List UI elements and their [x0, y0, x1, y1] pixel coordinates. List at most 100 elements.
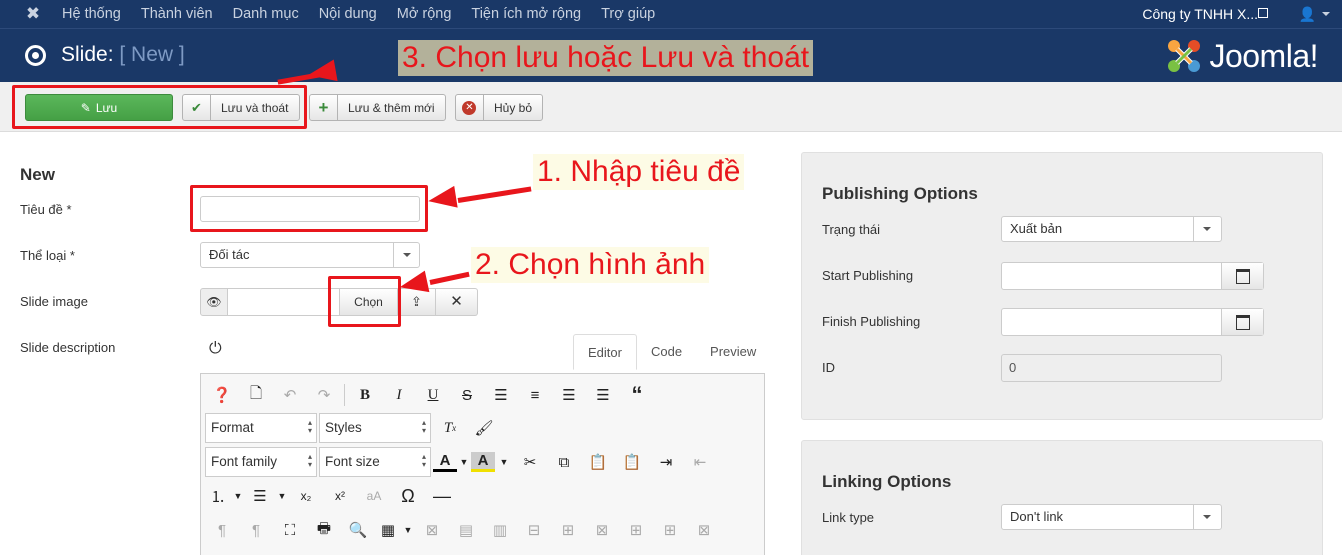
chevron-down-icon[interactable]: ▼ — [495, 449, 513, 475]
help-icon[interactable]: ❓ — [205, 382, 239, 408]
image-label: Slide image — [20, 294, 88, 309]
underline-icon[interactable]: U — [416, 382, 450, 408]
finish-publishing-field[interactable] — [1001, 308, 1264, 336]
menu-item-help[interactable]: Trợ giúp — [591, 0, 665, 28]
table-delete-icon[interactable]: ⊠ — [415, 517, 449, 543]
image-path-input[interactable] — [228, 288, 340, 316]
save-close-button[interactable]: ✔ Lưu và thoát — [182, 94, 300, 121]
power-icon[interactable]: ⏻ — [209, 340, 222, 358]
menu-item-extensions[interactable]: Tiện ích mở rộng — [461, 0, 591, 28]
align-left-icon[interactable]: ☰ — [552, 382, 586, 408]
paste-icon[interactable]: 📋 — [581, 449, 615, 475]
omega-icon[interactable]: Ω — [391, 483, 425, 509]
table-row-icon[interactable]: ▤ — [449, 517, 483, 543]
start-publishing-label: Start Publishing — [822, 268, 914, 283]
table-col-after-icon[interactable]: ⊞ — [653, 517, 687, 543]
superscript-icon[interactable]: x² — [323, 483, 357, 509]
undo-icon[interactable]: ↶ — [273, 382, 307, 408]
new-document-icon[interactable]: 🗋 — [239, 382, 273, 408]
eye-icon[interactable]: 👁 — [200, 288, 228, 316]
chevron-down-icon[interactable]: ▼ — [401, 517, 415, 543]
font-case-icon[interactable]: aA — [357, 483, 391, 509]
page-title: Slide: [ New ] — [61, 43, 185, 67]
save-button[interactable]: ✎ Lưu — [25, 94, 173, 121]
external-link-icon[interactable] — [1258, 8, 1268, 18]
fullscreen-icon[interactable]: ⛶ — [273, 517, 307, 543]
user-icon[interactable]: 👤 — [1299, 6, 1316, 23]
site-name-link[interactable]: Công ty TNHH X... — [1142, 0, 1258, 28]
menu-item-content[interactable]: Nội dung — [309, 0, 387, 28]
copy-icon[interactable]: ⧉ — [547, 449, 581, 475]
paste-text-icon[interactable]: 📋 — [615, 449, 649, 475]
link-type-label: Link type — [822, 510, 875, 525]
subscript-icon[interactable]: x₂ — [289, 483, 323, 509]
cancel-button[interactable]: ✕ Hủy bỏ — [455, 94, 543, 121]
start-publishing-field[interactable] — [1001, 262, 1264, 290]
table-col-before-icon[interactable]: ⊞ — [619, 517, 653, 543]
chevron-down-icon[interactable]: ▼ — [275, 483, 289, 509]
table-col-delete-icon[interactable]: ⊠ — [585, 517, 619, 543]
table-cell-icon[interactable]: ▥ — [483, 517, 517, 543]
redo-icon[interactable]: ↷ — [307, 382, 341, 408]
chevron-down-icon[interactable]: ▼ — [231, 483, 245, 509]
table-icon[interactable]: ▦ — [375, 517, 401, 543]
bullet-list-icon[interactable]: ☰ — [245, 483, 275, 509]
search-icon[interactable]: 🔍 — [341, 517, 375, 543]
bold-icon[interactable]: B — [348, 382, 382, 408]
title-input[interactable] — [200, 196, 420, 222]
table-col-remove-icon[interactable]: ⊠ — [687, 517, 721, 543]
brush-icon[interactable]: 🖌 — [467, 415, 501, 441]
category-select[interactable]: Đối tác — [200, 242, 420, 268]
italic-icon[interactable]: I — [382, 382, 416, 408]
menu-item-categories[interactable]: Danh mục — [223, 0, 309, 28]
cancel-icon-wrap: ✕ — [456, 95, 484, 120]
tab-editor[interactable]: Editor — [573, 334, 637, 370]
blockquote-icon[interactable]: “ — [620, 382, 654, 408]
link-type-select[interactable]: Don't link — [1001, 504, 1222, 530]
choose-image-button[interactable]: Chọn — [340, 288, 398, 316]
outdent-icon[interactable]: ⇤ — [683, 449, 717, 475]
form-heading: New — [20, 165, 55, 184]
chevron-down-icon[interactable]: ▼ — [457, 449, 471, 475]
styles-select[interactable]: Styles — [319, 413, 431, 443]
menu-item-system[interactable]: Hệ thống — [52, 0, 131, 28]
align-justify-icon[interactable]: ☰ — [484, 382, 518, 408]
strikethrough-icon[interactable]: S — [450, 382, 484, 408]
text-color-icon[interactable]: A — [433, 452, 457, 472]
menu-item-users[interactable]: Thành viên — [131, 0, 223, 28]
editor-toolbar-row-1: ❓ 🗋 ↶ ↷ B I U S ☰ ≡ ☰ ☰ “ — [205, 380, 654, 410]
ltr-icon[interactable]: ¶ — [205, 517, 239, 543]
background-color-icon[interactable]: A — [471, 452, 495, 472]
description-label: Slide description — [20, 340, 116, 355]
link-type-select-value: Don't link — [1010, 509, 1064, 524]
print-icon[interactable]: 🖶 — [307, 517, 341, 543]
cut-icon[interactable]: ✂ — [513, 449, 547, 475]
font-size-select[interactable]: Font size — [319, 447, 431, 477]
menu-item-extend[interactable]: Mở rộng — [387, 0, 462, 28]
align-right-icon[interactable]: ☰ — [586, 382, 620, 408]
annotation-arrow-1 — [457, 186, 532, 203]
toolbar: ✎ Lưu ✔ Lưu và thoát + Lưu & thêm mới ✕ … — [0, 82, 1342, 132]
joomla-menu-icon[interactable]: ✖ — [22, 4, 44, 24]
clear-icon[interactable]: ✕ — [436, 288, 478, 316]
status-select[interactable]: Xuất bản — [1001, 216, 1222, 242]
annotation-arrow-2 — [429, 271, 470, 285]
format-select[interactable]: Format — [205, 413, 317, 443]
numbered-list-icon[interactable]: ⒈ — [205, 483, 231, 509]
tab-preview[interactable]: Preview — [696, 334, 770, 370]
align-center-icon[interactable]: ≡ — [518, 382, 552, 408]
chevron-down-icon[interactable] — [1322, 12, 1330, 16]
table-row-after-icon[interactable]: ⊞ — [551, 517, 585, 543]
tab-code[interactable]: Code — [637, 334, 696, 370]
indent-icon[interactable]: ⇥ — [649, 449, 683, 475]
annotation-step-3: 3. Chọn lưu hoặc Lưu và thoát — [398, 40, 814, 76]
calendar-icon[interactable] — [1221, 263, 1263, 289]
horizontal-rule-icon[interactable]: — — [425, 483, 459, 509]
table-row-before-icon[interactable]: ⊟ — [517, 517, 551, 543]
save-new-label: Lưu & thêm mới — [348, 100, 435, 115]
save-new-button[interactable]: + Lưu & thêm mới — [309, 94, 446, 121]
calendar-icon[interactable] — [1221, 309, 1263, 335]
clear-formatting-icon[interactable]: Tx — [433, 415, 467, 441]
font-family-select[interactable]: Font family — [205, 447, 317, 477]
rtl-icon[interactable]: ¶ — [239, 517, 273, 543]
